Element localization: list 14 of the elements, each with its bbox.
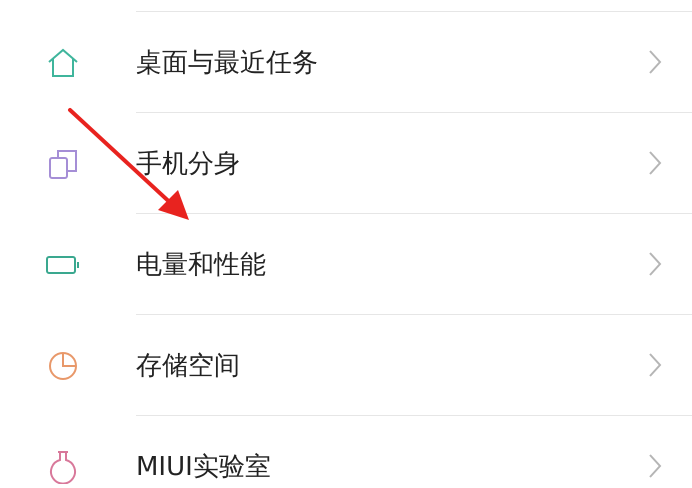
settings-item[interactable]: 桌面与最近任务 (0, 12, 692, 113)
chevron-right-icon (648, 453, 662, 479)
chevron-right-icon (648, 352, 662, 378)
settings-item[interactable]: MIUI实验室 (0, 416, 692, 488)
chevron-right-icon (648, 251, 662, 277)
settings-item[interactable]: 电量和性能 (0, 214, 692, 315)
item-label: 手机分身 (136, 148, 240, 180)
item-label: 存储空间 (136, 350, 240, 382)
settings-item[interactable]: 存储空间 (0, 315, 692, 416)
item-label: MIUI实验室 (136, 450, 271, 484)
item-label: 电量和性能 (136, 248, 266, 282)
item-label: 桌面与最近任务 (136, 46, 318, 80)
chevron-right-icon (648, 150, 662, 176)
chevron-right-icon (648, 49, 662, 75)
